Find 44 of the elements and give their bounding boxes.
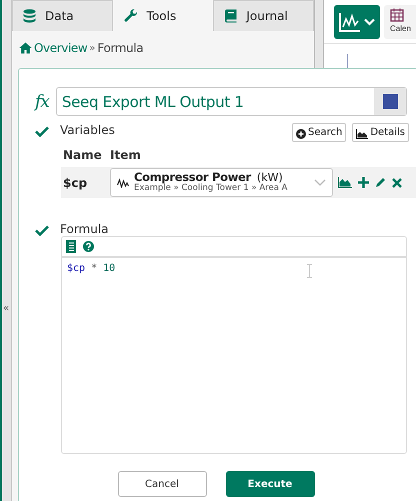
area-chart-icon xyxy=(356,129,368,139)
column-header: Item xyxy=(110,148,141,162)
name-field[interactable]: Seeq Export ML Output 1 xyxy=(56,87,407,116)
list-icon[interactable] xyxy=(66,240,76,253)
search-button[interactable]: Search xyxy=(292,123,346,142)
cancel-button[interactable]: Cancel xyxy=(118,471,206,497)
breadcrumb-separator: » xyxy=(89,42,96,54)
item-unit: (kW) xyxy=(256,172,283,182)
column-header: Name xyxy=(63,148,103,162)
section-label: Formula xyxy=(60,222,109,236)
book-icon xyxy=(224,9,238,23)
text-cursor-icon xyxy=(307,264,312,278)
item-path: Example » Cooling Tower 1 » Area A xyxy=(134,182,288,194)
calendar-icon xyxy=(390,8,404,22)
breadcrumb-item: Formula xyxy=(97,41,144,55)
add-circle-icon xyxy=(296,129,306,139)
chevron-down-icon xyxy=(364,18,375,26)
signal-icon xyxy=(117,178,129,188)
details-button[interactable]: Details xyxy=(352,123,409,142)
code-line: $cp * 10 xyxy=(67,263,116,274)
pencil-icon[interactable] xyxy=(375,177,386,188)
help-icon[interactable] xyxy=(83,241,94,252)
chevron-down-icon xyxy=(314,179,326,186)
line-chart-icon xyxy=(339,12,361,32)
collapse-bar[interactable]: « xyxy=(0,0,12,501)
close-icon[interactable] xyxy=(392,178,402,188)
item-select[interactable]: Compressor Power (kW) Example » Cooling Tower 1 » Area A xyxy=(110,168,333,197)
database-icon xyxy=(23,9,36,23)
chart-view-button[interactable] xyxy=(334,5,380,39)
panel-tab[interactable]: Data xyxy=(12,0,113,31)
item-name: Compressor Power xyxy=(134,172,251,182)
execute-button[interactable]: Execute xyxy=(226,471,314,497)
plus-icon[interactable] xyxy=(358,177,369,188)
wrench-icon xyxy=(124,9,138,23)
section-label: Variables xyxy=(60,123,115,137)
formula-editor[interactable]: $cp * 10 xyxy=(61,236,407,454)
breadcrumb-item[interactable]: Overview xyxy=(34,41,88,55)
calendar-button[interactable]: Calen xyxy=(384,5,416,39)
panel-tab[interactable]: Journal xyxy=(213,0,314,31)
home-icon[interactable] xyxy=(19,42,32,54)
color-picker-button[interactable] xyxy=(374,88,406,115)
variable-name: $cp xyxy=(63,176,88,190)
area-chart-icon[interactable] xyxy=(338,177,352,188)
function-symbol: fx xyxy=(35,92,50,112)
